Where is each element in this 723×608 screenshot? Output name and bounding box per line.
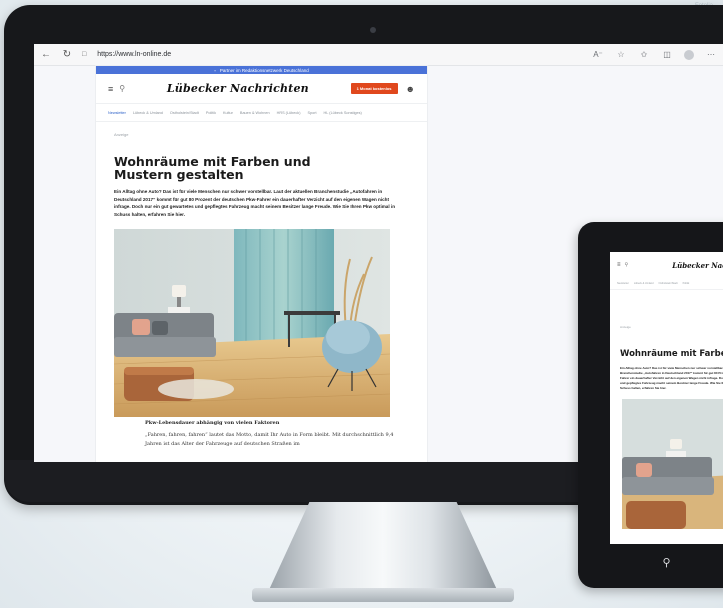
collections-icon[interactable]: ◫	[661, 49, 673, 61]
tablet-nav-bar: ⚲	[610, 548, 723, 576]
tablet-category-nav: Newsletter Lübeck & Umland Ostholstein/Sta…	[610, 278, 723, 290]
promo-icon: ▫	[214, 67, 216, 73]
article-lead: Ein Alltag ohne Auto? Das ist für viele …	[114, 189, 395, 217]
nav-item[interactable]: HRS (Lübeck)	[277, 111, 301, 115]
toolbar-actions: A⁻ ☆ ✩ ◫ ⋯	[592, 49, 717, 61]
tablet-nav-item[interactable]: Newsletter	[617, 282, 629, 285]
hero-image	[114, 229, 390, 418]
tablet-hamburger-icon[interactable]: ≡	[617, 262, 621, 268]
nav-item[interactable]: Lübeck & Umland	[133, 111, 163, 115]
nav-item[interactable]: Newsletter	[108, 111, 126, 115]
tablet-nav-item[interactable]: Politik	[683, 282, 690, 285]
nav-item[interactable]: Sport	[307, 111, 316, 115]
article: Anzeige Wohnräume mit Farben und Mustern…	[96, 132, 427, 449]
nav-item[interactable]: Ostholstein/Stadt	[170, 111, 199, 115]
tablet-breadcrumb[interactable]: Anzeige	[610, 325, 723, 329]
breadcrumb[interactable]: Anzeige	[114, 132, 409, 137]
address-bar[interactable]: https://www.ln-online.de	[97, 51, 171, 58]
monitor-camera	[370, 27, 376, 33]
refresh-icon[interactable]: ↻	[61, 49, 73, 61]
tablet-article-lead: Ein Alltag ohne Auto? Das ist für viele …	[620, 366, 723, 390]
nav-item[interactable]: Kultur	[223, 111, 233, 115]
nav-item[interactable]: HL (Lübeck Sonstiges)	[324, 111, 362, 115]
living-room-photo	[114, 229, 390, 418]
tablet-hero-image	[622, 398, 723, 529]
lock-icon[interactable]: □	[82, 51, 86, 58]
tablet-screen: ≡ ⚲ Lübecker Nachrichten Newsletter Lübec…	[610, 252, 723, 544]
favorites-icon[interactable]: ✩	[638, 49, 650, 61]
tablet-site-logo[interactable]: Lübecker Nachrichten	[672, 261, 723, 270]
web-page: ▫ Partner im Redaktionsnetzwerk Deutschl…	[96, 66, 427, 462]
more-icon[interactable]: ⋯	[705, 49, 717, 61]
favorite-star-icon[interactable]: ☆	[615, 49, 627, 61]
read-aloud-icon[interactable]: A⁻	[592, 49, 604, 61]
tablet-search-icon[interactable]: ⚲	[625, 262, 629, 268]
promo-text: Partner im Redaktionsnetzwerk Deutschlan…	[219, 67, 309, 73]
article-headline: Wohnräume mit Farben und Mustern gestalt…	[114, 154, 311, 182]
hamburger-menu-icon[interactable]: ≡	[108, 84, 113, 94]
tablet-search-button-icon[interactable]: ⚲	[662, 556, 670, 569]
nav-item[interactable]: Politik	[206, 111, 216, 115]
user-icon[interactable]: ☻	[406, 84, 415, 94]
scene: Fotolia ← ↻ □ https://www.ln-online.de A…	[0, 0, 723, 608]
article-body: „Fahren, fahren, fahren“ lautet das Mott…	[145, 432, 394, 448]
promo-banner[interactable]: ▫ Partner im Redaktionsnetzwerk Deutschl…	[96, 66, 427, 74]
search-icon[interactable]: ⚲	[119, 84, 125, 93]
monitor-stand	[268, 502, 498, 592]
tablet-nav-item[interactable]: Ostholstein/Stadt	[659, 282, 678, 285]
back-arrow-icon[interactable]: ←	[40, 49, 52, 61]
image-caption: Pkw-Lebensdauer abhängig von vielen Fakt…	[145, 420, 280, 427]
monitor-stand-base	[252, 588, 514, 602]
tablet-article-headline: Wohnräume mit Farben und Mustern gestalt…	[620, 349, 723, 359]
site-header: ≡ ⚲ Lübecker Nachrichten 1 Monat kostenl…	[96, 74, 427, 104]
subscribe-button[interactable]: 1 Monat kostenlos	[350, 83, 398, 94]
category-nav: Newsletter Lübeck & Umland Ostholstein/Sta…	[96, 104, 427, 122]
profile-icon[interactable]	[684, 49, 694, 60]
tablet-living-room-photo	[622, 398, 723, 529]
site-logo[interactable]: Lübecker Nachrichten	[167, 82, 309, 95]
nav-item[interactable]: Bauen & Wohnen	[240, 111, 270, 115]
tablet-nav-item[interactable]: Lübeck & Umland	[634, 282, 654, 285]
browser-toolbar: ← ↻ □ https://www.ln-online.de A⁻ ☆ ✩ ◫ …	[34, 44, 723, 66]
tablet-site-header: ≡ ⚲ Lübecker Nachrichten	[610, 252, 723, 278]
